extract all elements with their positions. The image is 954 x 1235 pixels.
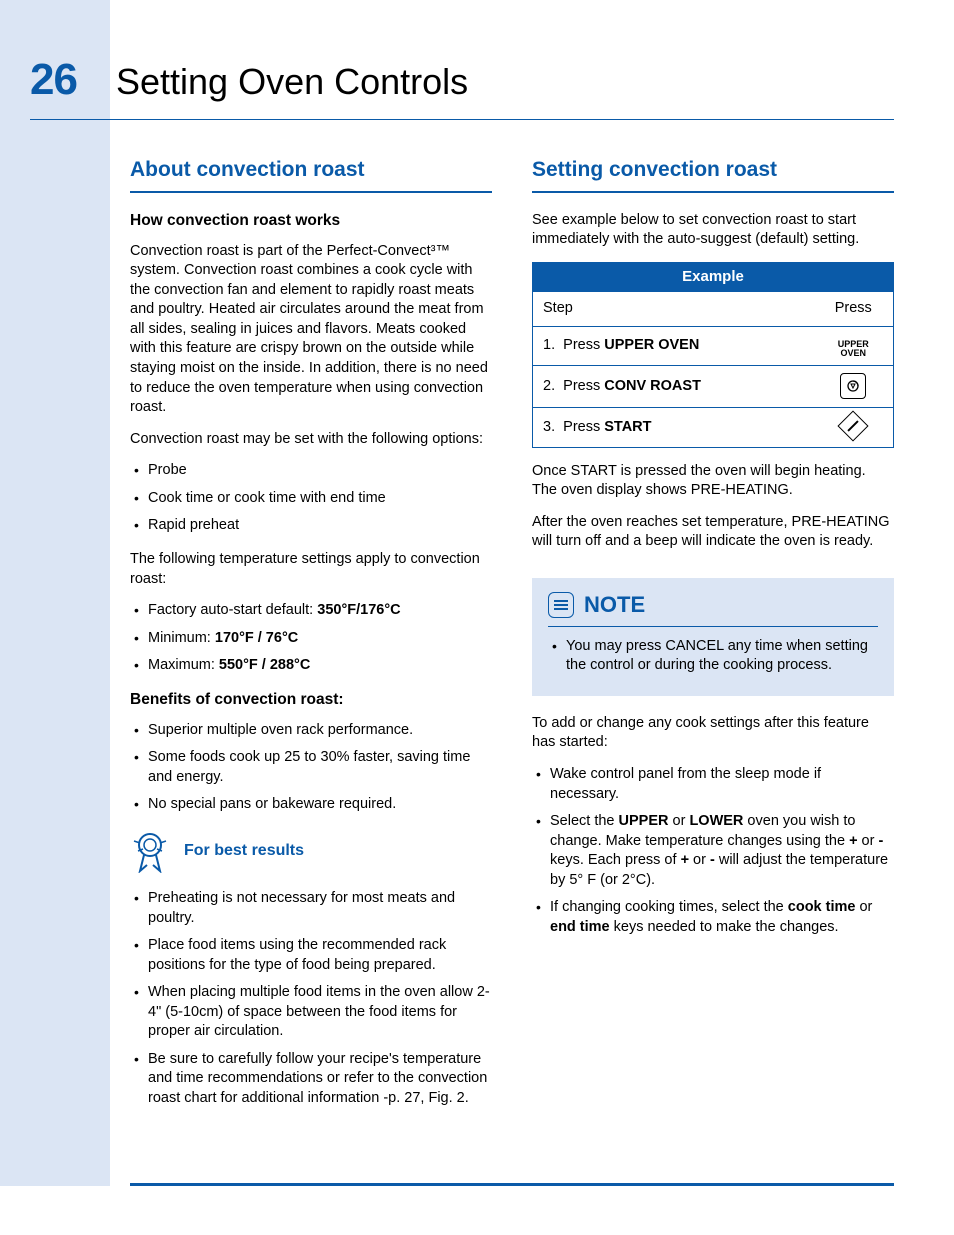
note-icon [548, 592, 574, 618]
col-step: Step [533, 292, 814, 327]
about-heading: About convection roast [130, 156, 492, 192]
table-row: 3. Press START [533, 408, 894, 448]
benefits-heading: Benefits of convection roast: [130, 690, 492, 711]
best-results-title: For best results [184, 840, 304, 862]
conv-roast-icon [840, 373, 866, 399]
after-start-p2: After the oven reaches set temperature, … [532, 513, 894, 552]
left-color-band [0, 0, 110, 1186]
header-rule [30, 119, 894, 120]
note-title: NOTE [584, 590, 645, 620]
temps-intro: The following temperature settings apply… [130, 550, 492, 589]
list-item: Minimum: 170°F / 76°C [130, 629, 492, 649]
options-list: Probe Cook time or cook time with end ti… [130, 461, 492, 536]
about-paragraph-2: Convection roast may be set with the fol… [130, 430, 492, 450]
list-item: Cook time or cook time with end time [130, 489, 492, 509]
change-list: Wake control panel from the sleep mode i… [532, 765, 894, 938]
page-header: 26 Setting Oven Controls [30, 50, 894, 109]
list-item: Maximum: 550°F / 288°C [130, 656, 492, 676]
best-results-header: For best results [130, 829, 492, 873]
table-row: 2. Press CONV ROAST [533, 365, 894, 408]
col-press: Press [814, 292, 894, 327]
setting-intro: See example below to set convection roas… [532, 211, 894, 250]
change-intro: To add or change any cook settings after… [532, 714, 894, 753]
list-item: Place food items using the recommended r… [130, 936, 492, 975]
list-item: Wake control panel from the sleep mode i… [532, 765, 894, 804]
list-item: Preheating is not necessary for most mea… [130, 889, 492, 928]
list-item: Rapid preheat [130, 516, 492, 536]
list-item: Select the UPPER or LOWER oven you wish … [532, 812, 894, 890]
footer-rule [130, 1183, 894, 1186]
list-item: Superior multiple oven rack performance. [130, 721, 492, 741]
how-works-heading: How convection roast works [130, 211, 492, 232]
list-item: When placing multiple food items in the … [130, 983, 492, 1042]
ribbon-icon [130, 829, 170, 873]
list-item: Factory auto-start default: 350°F/176°C [130, 601, 492, 621]
start-icon [842, 415, 864, 437]
setting-heading: Setting convection roast [532, 156, 894, 192]
list-item: If changing cooking times, select the co… [532, 898, 894, 937]
temps-list: Factory auto-start default: 350°F/176°C … [130, 601, 492, 676]
list-item: Be sure to carefully follow your recipe'… [130, 1050, 492, 1109]
list-item: You may press CANCEL any time when setti… [548, 637, 878, 676]
page-title: Setting Oven Controls [116, 58, 468, 107]
benefits-list: Superior multiple oven rack performance.… [130, 721, 492, 815]
list-item: Some foods cook up 25 to 30% faster, sav… [130, 748, 492, 787]
example-table-title: Example [533, 262, 894, 291]
table-row: 1. Press UPPER OVEN UPPEROVEN [533, 326, 894, 365]
note-list: You may press CANCEL any time when setti… [548, 637, 878, 676]
after-start-p1: Once START is pressed the oven will begi… [532, 462, 894, 501]
right-column: Setting convection roast See example bel… [532, 156, 894, 1122]
upper-oven-icon: UPPEROVEN [838, 340, 869, 358]
page-number: 26 [30, 50, 110, 109]
about-paragraph-1: Convection roast is part of the Perfect-… [130, 242, 492, 418]
example-table: Example Step Press 1. Press UPPER OVEN U… [532, 262, 894, 448]
list-item: Probe [130, 461, 492, 481]
list-item: No special pans or bakeware required. [130, 795, 492, 815]
note-box: NOTE You may press CANCEL any time when … [532, 578, 894, 696]
left-column: About convection roast How convection ro… [130, 156, 492, 1122]
best-results-list: Preheating is not necessary for most mea… [130, 889, 492, 1109]
